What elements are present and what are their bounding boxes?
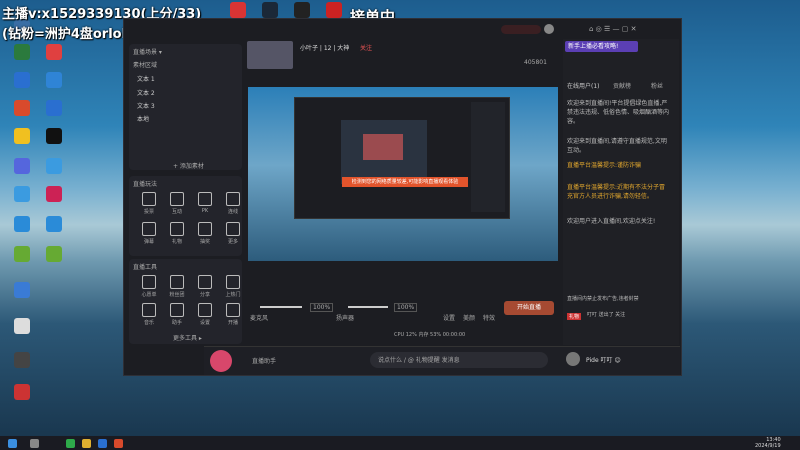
start-icon[interactable]: [8, 439, 17, 448]
gift-message: 叮叮 送出了 关注: [587, 312, 626, 318]
clock[interactable]: 13:40 2024/9/19: [755, 437, 781, 449]
speaker-value[interactable]: 100%: [394, 303, 418, 312]
mic-value[interactable]: 100%: [310, 303, 334, 312]
mic-slider[interactable]: [260, 306, 302, 308]
tools-panel: 直播玩法 投票 互动 PK 连线 弹幕 礼物 抽奖 更多: [129, 176, 242, 256]
desktop-icon[interactable]: [36, 186, 72, 202]
desktop-icon[interactable]: [4, 282, 40, 298]
search-icon[interactable]: [30, 439, 39, 448]
chat-panel: 新手上播必看攻略! 在线用户(1) 贡献榜 粉丝 欢迎来到直播间!平台提倡绿色直…: [563, 39, 679, 345]
desktop-icon[interactable]: [4, 72, 40, 88]
streamer-info: 小叶子 | 12 | 大神: [300, 45, 350, 52]
notice-text: 直播间内禁止发布广告,违者封禁: [567, 296, 639, 302]
mic-label: 麦克风: [250, 315, 269, 322]
bottom-bar: 直播助手 说点什么 / @ 礼物提醒 发消息 Pide 叮叮 😊: [204, 346, 680, 375]
guide-banner[interactable]: 新手上播必看攻略!: [565, 41, 638, 52]
user-avatar: [566, 352, 580, 366]
preview-area: 检测到您的网络质量较差,可能影响直播观看体验: [248, 87, 558, 261]
nested-preview: [341, 120, 427, 184]
desktop-icon[interactable]: [4, 186, 40, 202]
more-tools-button[interactable]: 更多工具 ▸: [173, 333, 202, 342]
tools-title: 直播玩法: [133, 181, 158, 188]
chat-message: 欢迎来到直播间,请遵守直播规范,文明互动。: [567, 138, 667, 154]
tab-online[interactable]: 在线用户(1): [567, 81, 600, 90]
source-item[interactable]: 文本 1: [137, 74, 155, 83]
app-icon[interactable]: [294, 2, 310, 18]
add-source-button[interactable]: + 添加素材: [173, 161, 204, 170]
stats-footer: CPU 12% 内存 53% 00:00:00: [394, 332, 466, 338]
user-name: Pide 叮叮 😊: [586, 357, 621, 364]
folder-icon[interactable]: [82, 439, 91, 448]
desktop-icon[interactable]: [4, 216, 40, 232]
streaming-app-window: ⌂ ◎ ☰ — ▢ ✕ 直播场景 ▾ 素材区域 文本 1 文本 2 文本 3 本…: [123, 18, 682, 376]
beauty-button[interactable]: 美颜: [463, 313, 475, 322]
desktop-icon[interactable]: [4, 318, 40, 334]
assistant-avatar[interactable]: [210, 350, 232, 372]
desktop-icon[interactable]: [36, 72, 72, 88]
stream-thumbnail: [247, 41, 293, 69]
tools2-panel: 直播工具 心愿单 粉丝团 分享 上热门 音乐 助手 设置 开播 更多工具 ▸: [129, 259, 242, 344]
chat-message: 直播平台温馨提示:近期有不法分子冒充官方人员进行诈骗,请勿轻信。: [567, 184, 666, 200]
tool-item[interactable]: 更多: [213, 218, 253, 252]
network-warning-banner: 检测到您的网络质量较差,可能影响直播观看体验: [342, 177, 468, 187]
go-live-button[interactable]: 开始直播: [504, 301, 554, 315]
app-icon[interactable]: [98, 439, 107, 448]
desktop-icon[interactable]: [4, 352, 40, 368]
desktop-icon[interactable]: [4, 384, 40, 400]
desktop-icon[interactable]: [36, 44, 72, 60]
tools2-title: 直播工具: [133, 264, 158, 271]
app-icon[interactable]: [66, 439, 75, 448]
chat-message: 直播平台温馨提示:谨防诈骗: [567, 162, 642, 169]
chat-message: 欢迎用户进入直播间,欢迎点关注!: [567, 218, 656, 225]
nested-window: [294, 97, 510, 219]
chat-input[interactable]: 说点什么 / @ 礼物提醒 发消息: [370, 352, 548, 368]
sources-title: 素材区域: [133, 62, 158, 69]
tab-fans[interactable]: 粉丝: [651, 81, 663, 90]
follow-button[interactable]: 关注: [360, 43, 372, 52]
source-item[interactable]: 文本 2: [137, 88, 155, 97]
viewer-stat: 405801: [524, 59, 547, 66]
app-icon[interactable]: [262, 2, 278, 18]
effects-button[interactable]: 特效: [483, 313, 495, 322]
chat-message: 欢迎来到直播间!平台提倡绿色直播,严禁违法违规、低俗色情、吸烟酗酒等内容。: [567, 100, 670, 125]
desktop-icon[interactable]: [4, 158, 40, 174]
desktop-icon[interactable]: [36, 246, 72, 262]
record-button[interactable]: [501, 25, 541, 34]
desktop-icon[interactable]: [36, 158, 72, 174]
scene-panel: 直播场景 ▾ 素材区域 文本 1 文本 2 文本 3 本地 + 添加素材: [129, 44, 242, 170]
app-icon[interactable]: [230, 2, 246, 18]
source-item[interactable]: 本地: [137, 114, 149, 123]
avatar[interactable]: [544, 24, 554, 34]
desktop-icon[interactable]: [4, 246, 40, 262]
window-controls[interactable]: ⌂ ◎ ☰ — ▢ ✕: [589, 25, 636, 33]
desktop-icon[interactable]: [4, 100, 40, 116]
gift-chip: 礼物: [567, 313, 582, 320]
settings-button[interactable]: 设置: [443, 313, 455, 322]
desktop-icon[interactable]: [4, 128, 40, 144]
desktop-icon[interactable]: [36, 128, 72, 144]
desktop-icon[interactable]: [4, 44, 40, 60]
app-icon[interactable]: [114, 439, 123, 448]
tool-item[interactable]: 连线: [213, 188, 253, 222]
desktop-icon[interactable]: [36, 216, 72, 232]
assistant-label[interactable]: 直播助手: [252, 356, 276, 365]
speaker-label: 扬声器: [336, 315, 355, 322]
scene-title[interactable]: 直播场景 ▾: [133, 47, 162, 56]
app-icon[interactable]: [326, 2, 342, 18]
speaker-slider[interactable]: [348, 306, 388, 308]
source-item[interactable]: 文本 3: [137, 101, 155, 110]
desktop-icon[interactable]: [36, 100, 72, 116]
taskbar: 13:40 2024/9/19: [0, 436, 800, 450]
tool-item[interactable]: 开播: [213, 299, 253, 333]
tab-rank[interactable]: 贡献榜: [613, 81, 631, 90]
